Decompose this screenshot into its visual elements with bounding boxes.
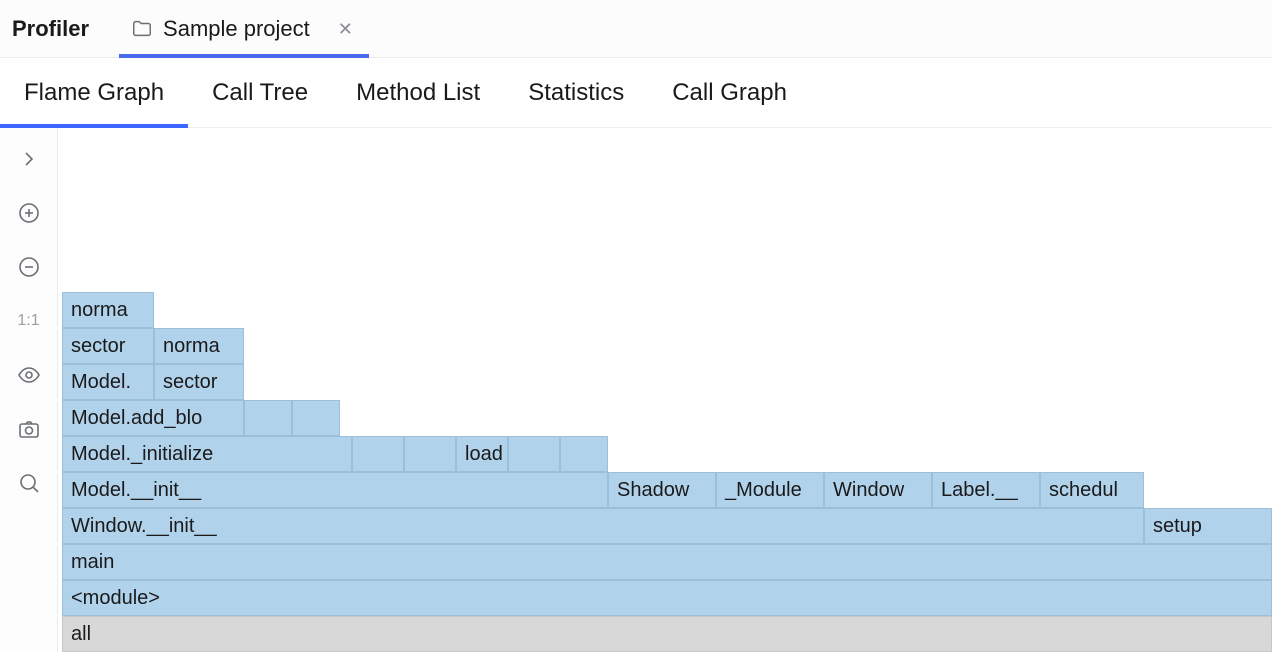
flame-frame[interactable]: <module> [62, 580, 1272, 616]
flame-frame[interactable]: _Module [716, 472, 824, 508]
tab-label: Method List [356, 79, 480, 107]
flame-frame[interactable]: Model.__init__ [62, 472, 608, 508]
project-tab[interactable]: Sample project ✕ [119, 0, 369, 57]
flame-graph-stage[interactable]: all<module>mainWindow.__init__setup Model… [58, 128, 1272, 652]
tab-label: Call Graph [672, 79, 787, 107]
flame-frame[interactable]: Shadow [608, 472, 716, 508]
tab-call-tree[interactable]: Call Tree [188, 58, 332, 127]
flame-frame[interactable] [560, 436, 608, 472]
eye-icon[interactable] [14, 360, 44, 390]
flame-frame[interactable]: sector [154, 364, 244, 400]
flame-frame[interactable]: load [456, 436, 508, 472]
flame-frame[interactable]: schedul [1040, 472, 1144, 508]
flame-frame[interactable]: sector [62, 328, 154, 364]
flame-frame[interactable]: setup [1144, 508, 1272, 544]
flame-frame[interactable]: all [62, 616, 1272, 652]
zoom-reset-button[interactable]: 1:1 [14, 306, 44, 336]
flame-frame[interactable] [292, 400, 340, 436]
tab-label: Call Tree [212, 79, 308, 107]
tab-call-graph[interactable]: Call Graph [648, 58, 811, 127]
project-name: Sample project [163, 16, 310, 42]
flame-frame[interactable] [508, 436, 560, 472]
tab-flame-graph[interactable]: Flame Graph [0, 58, 188, 127]
main-area: 1:1 all<module>mainWindow.__init__setup M… [0, 128, 1272, 652]
flame-frame[interactable]: Model. [62, 364, 154, 400]
search-icon[interactable] [14, 468, 44, 498]
sub-tab-bar: Flame Graph Call Tree Method List Statis… [0, 58, 1272, 128]
flame-frame[interactable] [244, 400, 292, 436]
flame-frame[interactable] [352, 436, 404, 472]
top-bar: Profiler Sample project ✕ [0, 0, 1272, 58]
tab-label: Statistics [528, 79, 624, 107]
profiler-title: Profiler [12, 16, 119, 42]
camera-icon[interactable] [14, 414, 44, 444]
tab-method-list[interactable]: Method List [332, 58, 504, 127]
close-icon[interactable]: ✕ [334, 16, 357, 42]
flame-frame[interactable]: Label.__ [932, 472, 1040, 508]
tab-label: Flame Graph [24, 79, 164, 107]
flame-frame[interactable]: main [62, 544, 1272, 580]
folder-icon [131, 18, 153, 40]
tab-statistics[interactable]: Statistics [504, 58, 648, 127]
flame-frame[interactable]: Model._initialize [62, 436, 352, 472]
flame-frame[interactable]: Model.add_blo [62, 400, 244, 436]
flame-frame[interactable]: Window [824, 472, 932, 508]
zoom-in-icon[interactable] [14, 198, 44, 228]
flame-frame[interactable]: norma [62, 292, 154, 328]
expand-icon[interactable] [14, 144, 44, 174]
flame-frame[interactable] [404, 436, 456, 472]
zoom-out-icon[interactable] [14, 252, 44, 282]
flame-frame[interactable]: norma [154, 328, 244, 364]
flame-frame[interactable]: Window.__init__ [62, 508, 1144, 544]
side-rail: 1:1 [0, 128, 58, 652]
